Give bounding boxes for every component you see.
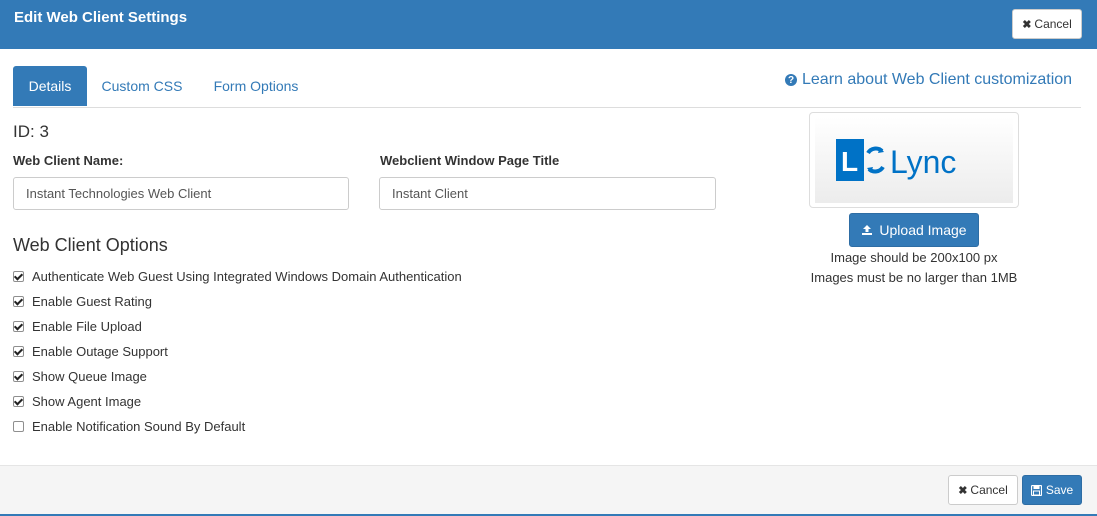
floppy-disk-icon: [1030, 484, 1042, 496]
options-list: Authenticate Web Guest Using Integrated …: [13, 264, 462, 439]
option-label: Show Queue Image: [32, 369, 147, 384]
integrated-auth-checkbox[interactable]: [13, 271, 24, 282]
option-label: Enable Guest Rating: [32, 294, 152, 309]
image-max-note: Images must be no larger than 1MB: [810, 270, 1018, 285]
option-outage-support: Enable Outage Support: [13, 339, 462, 364]
close-icon: ✖: [958, 484, 968, 497]
option-file-upload: Enable File Upload: [13, 314, 462, 339]
web-client-name-input[interactable]: [13, 177, 349, 210]
lync-logo-mark: L Lync: [836, 139, 956, 181]
file-upload-checkbox[interactable]: [13, 321, 24, 332]
page-title-label: Webclient Window Page Title: [380, 153, 560, 168]
web-client-name-label: Web Client Name:: [13, 153, 124, 168]
option-label: Enable Outage Support: [32, 344, 168, 359]
options-heading: Web Client Options: [13, 235, 168, 255]
page-title-input[interactable]: [379, 177, 716, 210]
guest-rating-checkbox[interactable]: [13, 296, 24, 307]
footer-cancel-label: Cancel: [970, 483, 1008, 497]
option-integrated-auth: Authenticate Web Guest Using Integrated …: [13, 264, 462, 289]
client-id: ID: 3: [13, 122, 49, 141]
tab-form-options[interactable]: Form Options: [205, 66, 307, 106]
image-size-note: Image should be 200x100 px: [830, 250, 998, 265]
modal-title: Edit Web Client Settings: [14, 9, 188, 26]
upload-icon: [862, 225, 873, 235]
question-circle-icon: ?: [785, 74, 797, 86]
agent-image-checkbox[interactable]: [13, 396, 24, 407]
outage-support-checkbox[interactable]: [13, 346, 24, 357]
lync-logo-text: Lync: [890, 144, 956, 180]
save-button[interactable]: Save: [1022, 475, 1082, 505]
save-label: Save: [1045, 483, 1074, 497]
option-queue-image: Show Queue Image: [13, 364, 462, 389]
option-label: Show Agent Image: [32, 394, 142, 409]
modal-header: Edit Web Client Settings: [0, 0, 1097, 49]
client-image-thumbnail: L Lync: [809, 112, 1019, 208]
modal-footer: [0, 465, 1097, 516]
tab-details[interactable]: Details: [13, 66, 87, 106]
header-cancel-label: Cancel: [1034, 17, 1072, 31]
option-label: Authenticate Web Guest Using Integrated …: [32, 269, 462, 284]
queue-image-checkbox[interactable]: [13, 371, 24, 382]
footer-cancel-button[interactable]: ✖ Cancel: [948, 475, 1018, 505]
option-agent-image: Show Agent Image: [13, 389, 462, 414]
learn-link-label: Learn about Web Client customization: [802, 71, 1073, 88]
tab-custom-css[interactable]: Custom CSS: [99, 66, 185, 106]
option-label: Enable File Upload: [32, 319, 142, 334]
option-label: Enable Notification Sound By Default: [32, 419, 246, 434]
header-cancel-button[interactable]: ✖ Cancel: [1012, 9, 1082, 39]
notification-sound-checkbox[interactable]: [13, 421, 24, 432]
lync-logo: L Lync: [815, 117, 1013, 203]
option-notification-sound: Enable Notification Sound By Default: [13, 414, 462, 439]
close-icon: ✖: [1022, 18, 1032, 31]
upload-image-button[interactable]: Upload Image: [849, 213, 979, 247]
svg-text:L: L: [841, 146, 858, 177]
option-guest-rating: Enable Guest Rating: [13, 289, 462, 314]
learn-customization-link[interactable]: ? Learn about Web Client customization: [785, 71, 1072, 89]
upload-image-label: Upload Image: [879, 222, 967, 238]
